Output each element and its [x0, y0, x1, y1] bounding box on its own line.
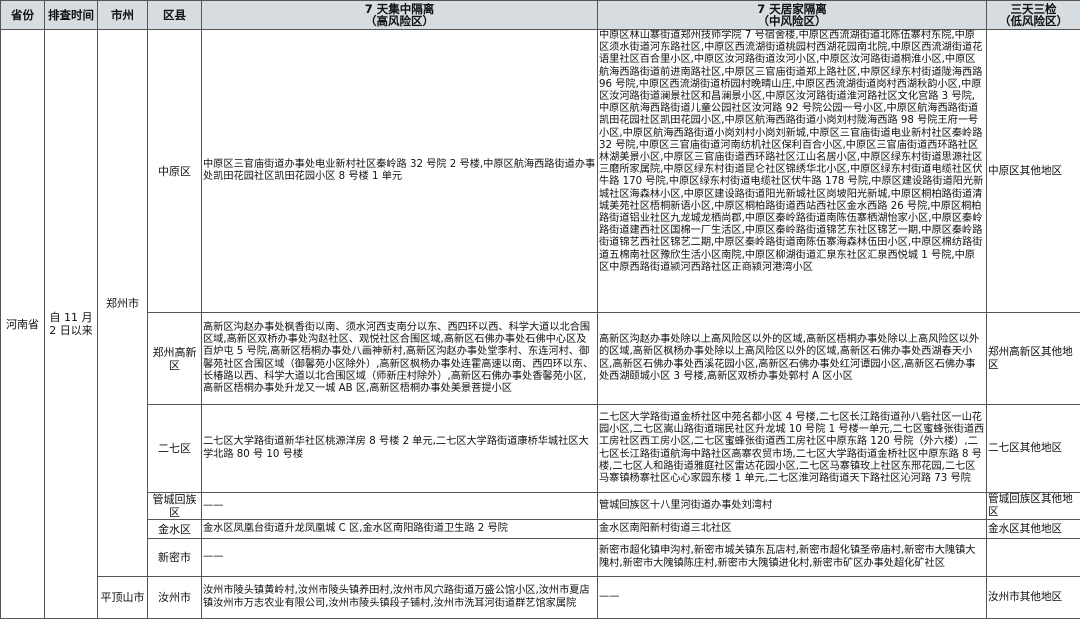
cell-mid-risk: 二七区大学路街道金桥社区中苑名都小区 4 号楼,二七区长江路街道孙八砦社区一山花… — [598, 405, 987, 493]
header-time: 排查时间 — [45, 1, 98, 30]
cell-mid-risk: 新密市超化镇申沟村,新密市城关镇东瓦店村,新密市超化镇圣帝庙村,新密市大隗镇大隗… — [598, 539, 987, 577]
cell-high-risk: 汝州市陵头镇黄岭村,汝州市陵头镇养田村,汝州市风穴路街道万盛公馆小区,汝州市夏店… — [202, 577, 598, 619]
table-row-ruzhou: 平顶山市 汝州市 汝州市陵头镇黄岭村,汝州市陵头镇养田村,汝州市风穴路街道万盛公… — [1, 577, 1080, 619]
cell-low-risk: 中原区其他地区 — [987, 30, 1080, 313]
cell-low-risk: 管城回族区其他地区 — [987, 493, 1080, 520]
header-city: 市州 — [98, 1, 148, 30]
table-row-jinshui: 金水区 金水区凤凰台街道升龙凤凰城 C 区,金水区南阳路街道卫生路 2 号院 金… — [1, 520, 1080, 539]
table-row-gaoxin: 郑州高新区 高新区沟赵办事处枫香街以南、须水河西支南分以东、西四环以西、科学大道… — [1, 313, 1080, 405]
header-mid-sub: （中风险区） — [599, 15, 985, 27]
cell-city-pingdingshan: 平顶山市 — [98, 577, 148, 619]
table-row-erqi: 二七区 二七区大学路街道新华社区桃源洋房 8 号楼 2 单元,二七区大学路街道康… — [1, 405, 1080, 493]
table-row-xinmi: 新密市 —— 新密市超化镇申沟村,新密市城关镇东瓦店村,新密市超化镇圣帝庙村,新… — [1, 539, 1080, 577]
header-high-sub: （高风险区） — [203, 15, 596, 27]
header-district: 区县 — [148, 1, 202, 30]
header-low-risk: 三天三检 （低风险区） — [987, 1, 1080, 30]
cell-high-risk: 二七区大学路街道新华社区桃源洋房 8 号楼 2 单元,二七区大学路街道康桥华城社… — [202, 405, 598, 493]
cell-district: 管城回族区 — [148, 493, 202, 520]
cell-district: 郑州高新区 — [148, 313, 202, 405]
cell-district: 新密市 — [148, 539, 202, 577]
cell-city-zhengzhou: 郑州市 — [98, 30, 148, 577]
cell-district: 金水区 — [148, 520, 202, 539]
cell-district: 二七区 — [148, 405, 202, 493]
cell-low-risk: 金水区其他地区 — [987, 520, 1080, 539]
cell-mid-risk: 管城回族区十八里河街道办事处刘湾村 — [598, 493, 987, 520]
cell-high-risk: —— — [202, 493, 598, 520]
cell-low-risk — [987, 539, 1080, 577]
header-province: 省份 — [1, 1, 45, 30]
cell-district: 汝州市 — [148, 577, 202, 619]
cell-high-risk: 金水区凤凰台街道升龙凤凰城 C 区,金水区南阳路街道卫生路 2 号院 — [202, 520, 598, 539]
cell-province: 河南省 — [1, 30, 45, 619]
cell-low-risk: 郑州高新区其他地区 — [987, 313, 1080, 405]
cell-mid-risk: —— — [598, 577, 987, 619]
table-row-guancheng: 管城回族区 —— 管城回族区十八里河街道办事处刘湾村 管城回族区其他地区 — [1, 493, 1080, 520]
risk-area-table: 省份 排查时间 市州 区县 7 天集中隔离 （高风险区） 7 天居家隔离 （中风… — [0, 0, 1080, 619]
cell-mid-risk: 金水区南阳新村街道三北社区 — [598, 520, 987, 539]
table-row-zhongyuan: 河南省 自 11 月 2 日以来 郑州市 中原区 中原区三官庙街道办事处电业新村… — [1, 30, 1080, 313]
table-header-row: 省份 排查时间 市州 区县 7 天集中隔离 （高风险区） 7 天居家隔离 （中风… — [1, 1, 1080, 30]
cell-high-risk: —— — [202, 539, 598, 577]
cell-time: 自 11 月 2 日以来 — [45, 30, 98, 619]
cell-low-risk: 二七区其他地区 — [987, 405, 1080, 493]
cell-low-risk: 汝州市其他地区 — [987, 577, 1080, 619]
cell-mid-risk: 中原区林山寨街道郑州技师学院 7 号宿舍楼,中原区西流湖街道北陈伍寨村东院,中原… — [598, 30, 987, 313]
header-mid-risk: 7 天居家隔离 （中风险区） — [598, 1, 987, 30]
cell-high-risk: 中原区三官庙街道办事处电业新村社区秦岭路 32 号院 2 号楼,中原区航海西路街… — [202, 30, 598, 313]
header-low-sub: （低风险区） — [988, 15, 1079, 27]
cell-high-risk: 高新区沟赵办事处枫香街以南、须水河西支南分以东、西四环以西、科学大道以北合围区域… — [202, 313, 598, 405]
header-high-risk: 7 天集中隔离 （高风险区） — [202, 1, 598, 30]
cell-mid-risk: 高新区沟赵办事处除以上高风险区以外的区域,高新区梧桐办事处除以上高风险区以外的区… — [598, 313, 987, 405]
cell-district: 中原区 — [148, 30, 202, 313]
